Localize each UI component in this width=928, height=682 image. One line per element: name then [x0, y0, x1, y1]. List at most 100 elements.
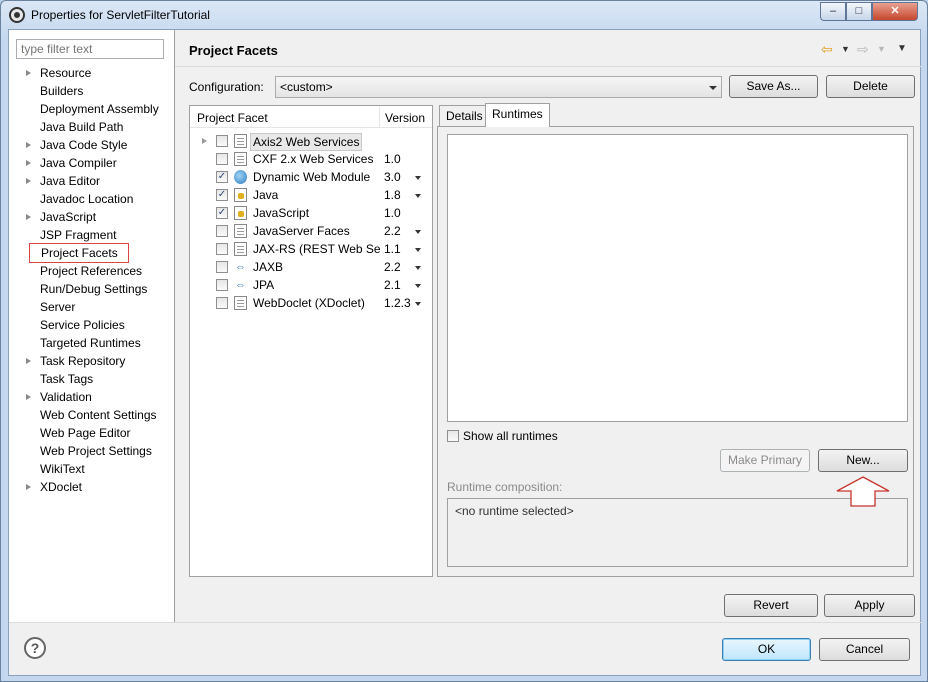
- runtimes-list[interactable]: [447, 134, 908, 422]
- facet-row[interactable]: Axis2 Web Services: [190, 132, 432, 151]
- facet-checkbox[interactable]: ✓: [216, 171, 228, 183]
- expand-arrow-icon[interactable]: [26, 70, 31, 76]
- close-button[interactable]: ✕: [872, 2, 918, 21]
- chevron-down-icon: [709, 86, 717, 90]
- sidebar-item[interactable]: Java Editor: [9, 172, 175, 190]
- facet-column-header[interactable]: Project Facet: [197, 111, 268, 125]
- help-icon[interactable]: ?: [24, 637, 46, 659]
- maximize-button[interactable]: □: [846, 2, 872, 21]
- column-divider[interactable]: [379, 106, 380, 128]
- sidebar-item[interactable]: Web Content Settings: [9, 406, 175, 424]
- configuration-select[interactable]: <custom>: [275, 76, 722, 98]
- facet-row[interactable]: JAX-RS (REST Web Services) 1.1: [190, 240, 432, 258]
- facet-checkbox[interactable]: [216, 261, 228, 273]
- chevron-down-icon[interactable]: [415, 194, 421, 198]
- facet-row[interactable]: ⇔ JPA 2.1: [190, 276, 432, 294]
- sidebar-item[interactable]: Java Build Path: [9, 118, 175, 136]
- facet-row[interactable]: ⇔ JAXB 2.2: [190, 258, 432, 276]
- sidebar-item[interactable]: Project Facets: [9, 243, 175, 263]
- expand-arrow-icon[interactable]: [26, 160, 31, 166]
- chevron-down-icon[interactable]: [415, 248, 421, 252]
- expand-arrow-icon[interactable]: [26, 178, 31, 184]
- expand-arrow-icon[interactable]: [26, 214, 31, 220]
- version-column-header[interactable]: Version: [385, 111, 425, 125]
- facet-row[interactable]: ✓ JavaScript 1.0: [190, 204, 432, 222]
- sidebar-item[interactable]: Deployment Assembly: [9, 100, 175, 118]
- apply-button[interactable]: Apply: [824, 594, 915, 617]
- facet-row[interactable]: ✓ Java 1.8: [190, 186, 432, 204]
- sidebar-item[interactable]: Task Tags: [9, 370, 175, 388]
- make-primary-button[interactable]: Make Primary: [720, 449, 810, 472]
- facet-version[interactable]: 2.2: [384, 222, 401, 240]
- facet-version[interactable]: 1.1: [384, 240, 401, 258]
- expand-arrow-icon[interactable]: [202, 138, 207, 144]
- expand-arrow-icon[interactable]: [26, 142, 31, 148]
- sidebar-item-label: Java Build Path: [40, 120, 124, 134]
- footer-divider: [9, 622, 922, 623]
- sidebar-item[interactable]: Javadoc Location: [9, 190, 175, 208]
- sidebar-item[interactable]: Server: [9, 298, 175, 316]
- facet-name: Axis2 Web Services: [250, 133, 363, 151]
- sidebar-item[interactable]: Targeted Runtimes: [9, 334, 175, 352]
- save-as-button[interactable]: Save As...: [729, 75, 818, 98]
- forward-menu-chevron-icon[interactable]: ▼: [877, 40, 886, 58]
- expand-arrow-icon[interactable]: [26, 484, 31, 490]
- sidebar-item[interactable]: Task Repository: [9, 352, 175, 370]
- sidebar-item[interactable]: Project References: [9, 262, 175, 280]
- view-menu-icon[interactable]: ▼: [897, 40, 907, 58]
- sidebar-item[interactable]: Java Code Style: [9, 136, 175, 154]
- filter-input[interactable]: [16, 39, 164, 59]
- facet-version[interactable]: 3.0: [384, 168, 401, 186]
- minimize-button[interactable]: –: [820, 2, 846, 21]
- sidebar-item[interactable]: Java Compiler: [9, 154, 175, 172]
- chevron-down-icon[interactable]: [415, 302, 421, 306]
- sidebar-item[interactable]: JavaScript: [9, 208, 175, 226]
- facet-version[interactable]: 1.2.3: [384, 294, 411, 312]
- facet-checkbox[interactable]: [216, 225, 228, 237]
- new-runtime-button[interactable]: New...: [818, 449, 908, 472]
- expand-arrow-icon[interactable]: [26, 358, 31, 364]
- facet-row[interactable]: WebDoclet (XDoclet) 1.2.3: [190, 294, 432, 312]
- title-bar[interactable]: Properties for ServletFilterTutorial – □…: [1, 1, 927, 29]
- sidebar-item[interactable]: Validation: [9, 388, 175, 406]
- facet-version[interactable]: 1.8: [384, 186, 401, 204]
- document-icon: [234, 134, 247, 148]
- sidebar-item[interactable]: Web Project Settings: [9, 442, 175, 460]
- facet-checkbox[interactable]: [216, 153, 228, 165]
- facet-checkbox[interactable]: [216, 135, 228, 147]
- sidebar-item[interactable]: XDoclet: [9, 478, 175, 496]
- chevron-down-icon[interactable]: [415, 230, 421, 234]
- chevron-down-icon[interactable]: [415, 266, 421, 270]
- expand-arrow-icon[interactable]: [26, 394, 31, 400]
- facet-version[interactable]: 2.2: [384, 258, 401, 276]
- sidebar-item[interactable]: Run/Debug Settings: [9, 280, 175, 298]
- facet-row[interactable]: JavaServer Faces 2.2: [190, 222, 432, 240]
- cancel-button[interactable]: Cancel: [819, 638, 910, 661]
- sidebar-item[interactable]: WikiText: [9, 460, 175, 478]
- facet-row[interactable]: CXF 2.x Web Services 1.0: [190, 150, 432, 168]
- back-menu-chevron-icon[interactable]: ▼: [841, 40, 850, 58]
- sidebar-item[interactable]: Service Policies: [9, 316, 175, 334]
- sidebar-item[interactable]: Builders: [9, 82, 175, 100]
- delete-button[interactable]: Delete: [826, 75, 915, 98]
- revert-button[interactable]: Revert: [724, 594, 818, 617]
- show-all-runtimes-checkbox[interactable]: [447, 430, 459, 442]
- tab-runtimes[interactable]: Runtimes: [485, 103, 550, 127]
- sidebar-item-label: Task Repository: [40, 354, 126, 368]
- sidebar-item[interactable]: Resource: [9, 64, 175, 82]
- facet-checkbox[interactable]: [216, 297, 228, 309]
- facet-row[interactable]: ✓ Dynamic Web Module 3.0: [190, 168, 432, 186]
- sidebar-item[interactable]: JSP Fragment: [9, 226, 175, 244]
- back-arrow-icon[interactable]: ⇦: [821, 40, 833, 58]
- chevron-down-icon[interactable]: [415, 284, 421, 288]
- sidebar-item[interactable]: Web Page Editor: [9, 424, 175, 442]
- chevron-down-icon[interactable]: [415, 176, 421, 180]
- facet-checkbox[interactable]: ✓: [216, 189, 228, 201]
- facet-version[interactable]: 2.1: [384, 276, 401, 294]
- forward-arrow-icon[interactable]: ⇨: [857, 40, 869, 58]
- facet-checkbox[interactable]: [216, 279, 228, 291]
- facet-checkbox[interactable]: [216, 243, 228, 255]
- tab-details[interactable]: Details: [439, 105, 490, 127]
- ok-button[interactable]: OK: [722, 638, 811, 661]
- facet-checkbox[interactable]: ✓: [216, 207, 228, 219]
